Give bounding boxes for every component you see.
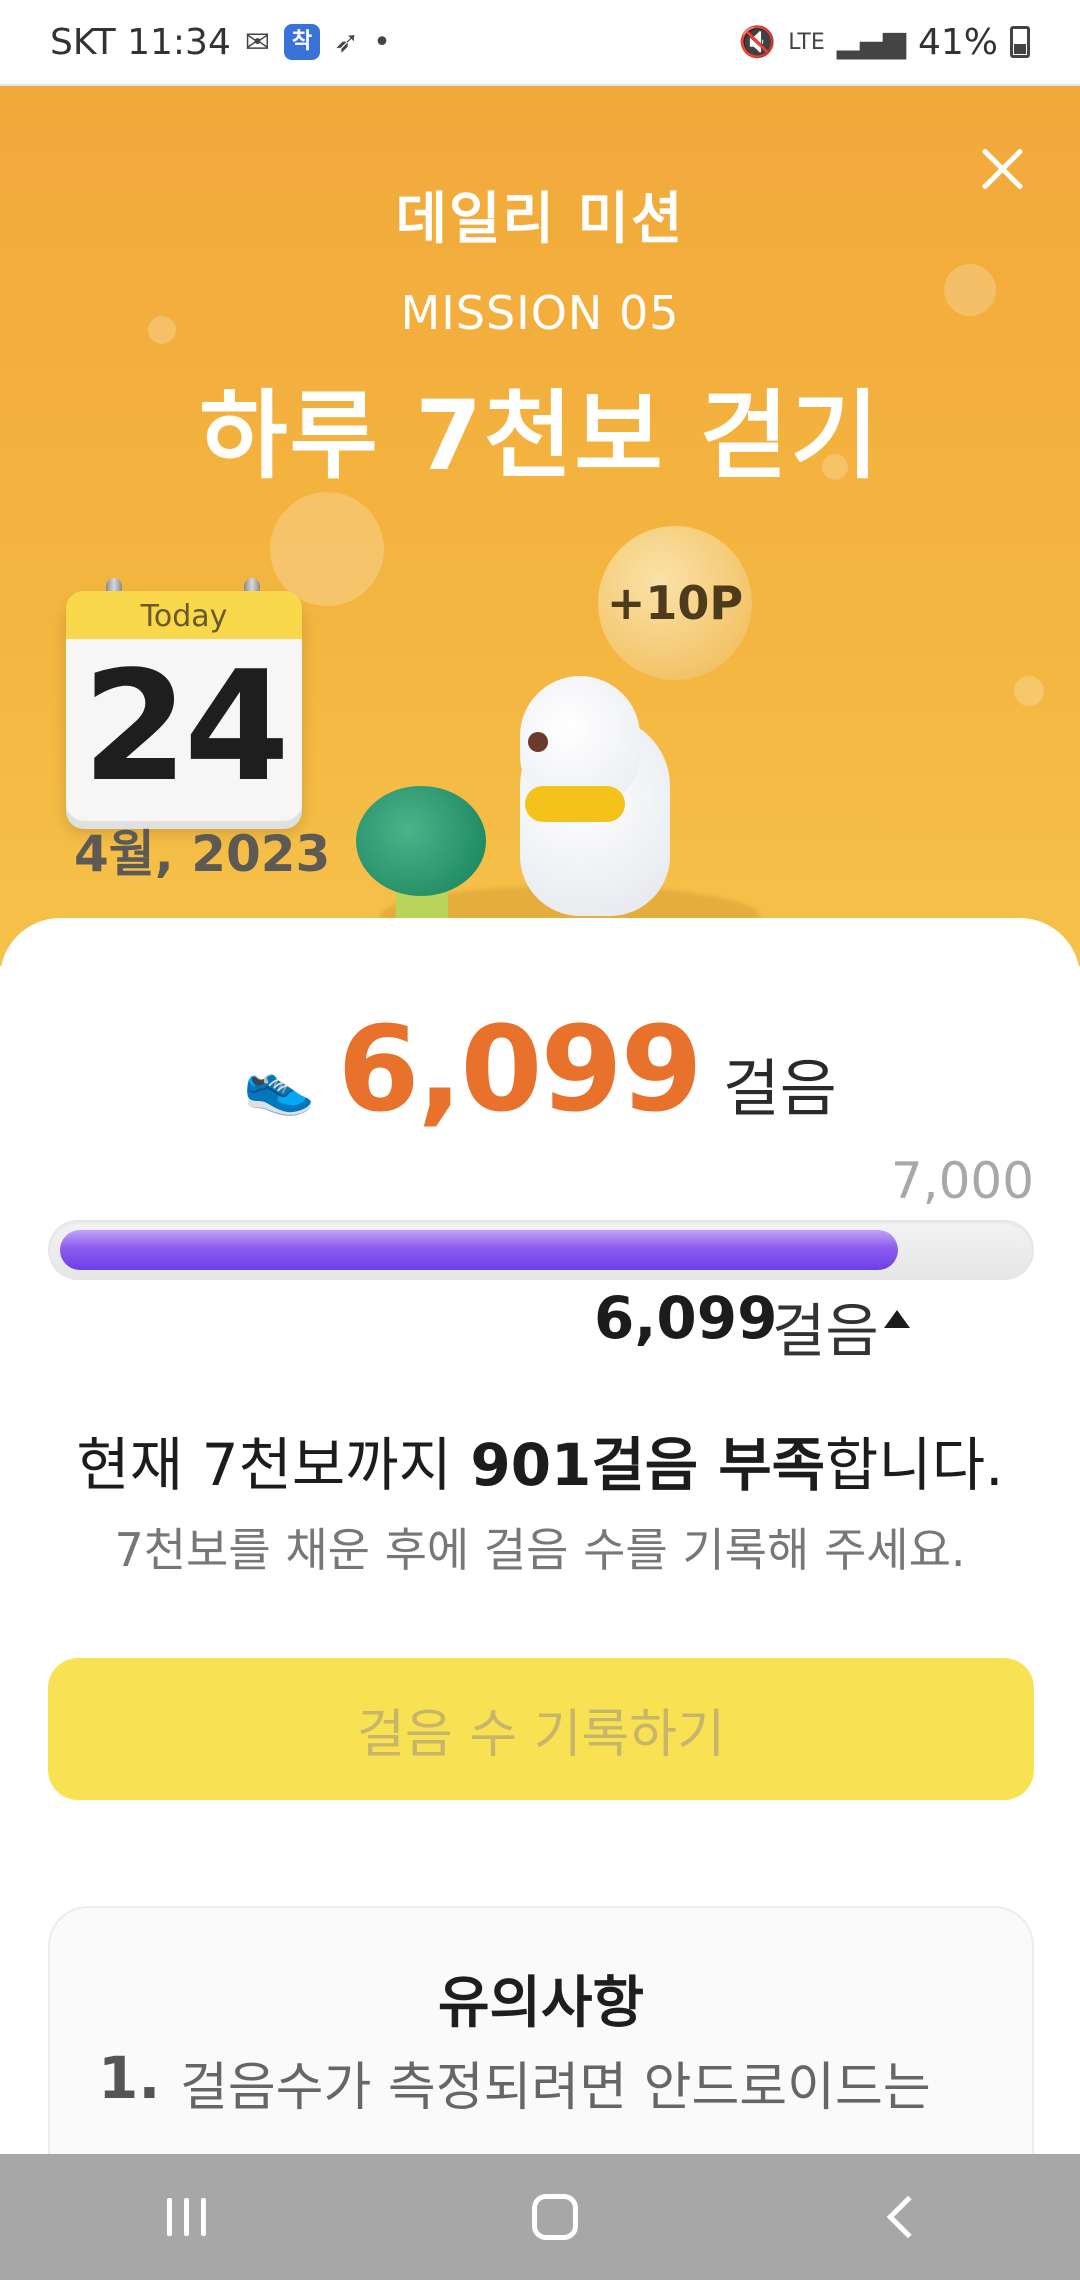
progress-fill (60, 1230, 898, 1270)
steps-unit: 걸음 (722, 1052, 837, 1125)
notice-item-text: 걸음수가 측정되려면 안드로이드는 (180, 2058, 931, 2118)
record-steps-button[interactable]: 걸음 수 기록하기 (48, 1658, 1034, 1800)
calendar-today-label: Today (66, 591, 302, 639)
bear-scarf (525, 786, 625, 822)
progress-marker-unit: 걸음 (772, 1297, 879, 1365)
more-dot-icon: • (373, 24, 391, 60)
notice-title: 유의사항 (437, 1971, 645, 2036)
calendar-day: 24 (82, 638, 290, 815)
reward-points-badge: +10P (598, 526, 752, 680)
broccoli-character-icon (356, 786, 486, 896)
reward-points-text: +10P (606, 576, 744, 630)
recent-apps-icon[interactable] (157, 2192, 217, 2242)
goal-steps: 7,000 (890, 1152, 1034, 1210)
system-nav-bar (0, 2154, 1080, 2280)
shortfall-highlight: 901걸음 부족 (470, 1431, 826, 1499)
decor-bubble (1014, 676, 1044, 706)
status-bar: SKT 11:34 ✉ 착 ➶ • 🔇 LTE ▂▄▆ 41% (0, 0, 1080, 86)
mission-headline: 하루 7천보 걷기 (199, 380, 881, 492)
calendar-month-year: 4월, 2023 (74, 825, 331, 883)
app-badge-icon: 착 (283, 24, 320, 60)
current-steps: 6,099 (337, 1000, 702, 1138)
page-title: 데일리 미션 (395, 187, 685, 252)
signal-icon: ▂▄▆ (836, 24, 906, 60)
shortfall-message: 현재 7천보까지 901걸음 부족합니다. (0, 1418, 1080, 1502)
triangle-up-icon (884, 1310, 910, 1328)
notification-icon: ✉ (244, 24, 270, 60)
decor-bubble (270, 492, 384, 606)
bird-icon: ➶ (333, 24, 360, 60)
mission-hero: 데일리 미션 MISSION 05 하루 7천보 걷기 Today 24 4월,… (0, 86, 1080, 966)
battery-percent: 41% (917, 21, 998, 63)
status-right: 🔇 LTE ▂▄▆ 41% (739, 22, 1030, 63)
progress-track (48, 1220, 1034, 1280)
carrier-time: SKT 11:34 (50, 21, 231, 63)
progress-marker-value: 6,099 (594, 1284, 778, 1352)
mute-icon: 🔇 (738, 24, 777, 60)
battery-icon (1010, 26, 1030, 58)
shortfall-prefix: 현재 7천보까지 (76, 1431, 471, 1499)
notice-item-number: 1. (98, 2044, 161, 2112)
status-left: SKT 11:34 ✉ 착 ➶ • (50, 22, 391, 63)
bear-nose (528, 732, 548, 752)
shoe-icon: 👟 (243, 1050, 316, 1118)
lte-icon: LTE (788, 29, 825, 55)
record-hint: 7천보를 채운 후에 걸음 수를 기록해 주세요. (114, 1523, 966, 1577)
calendar-illustration: Today 24 (66, 591, 302, 821)
back-icon[interactable] (886, 2195, 929, 2239)
mission-label: MISSION 05 (400, 286, 680, 340)
shortfall-suffix: 합니다. (825, 1431, 1004, 1499)
step-count-row: 👟 6,099 걸음 (0, 1000, 1080, 1138)
home-icon[interactable] (531, 2194, 578, 2240)
